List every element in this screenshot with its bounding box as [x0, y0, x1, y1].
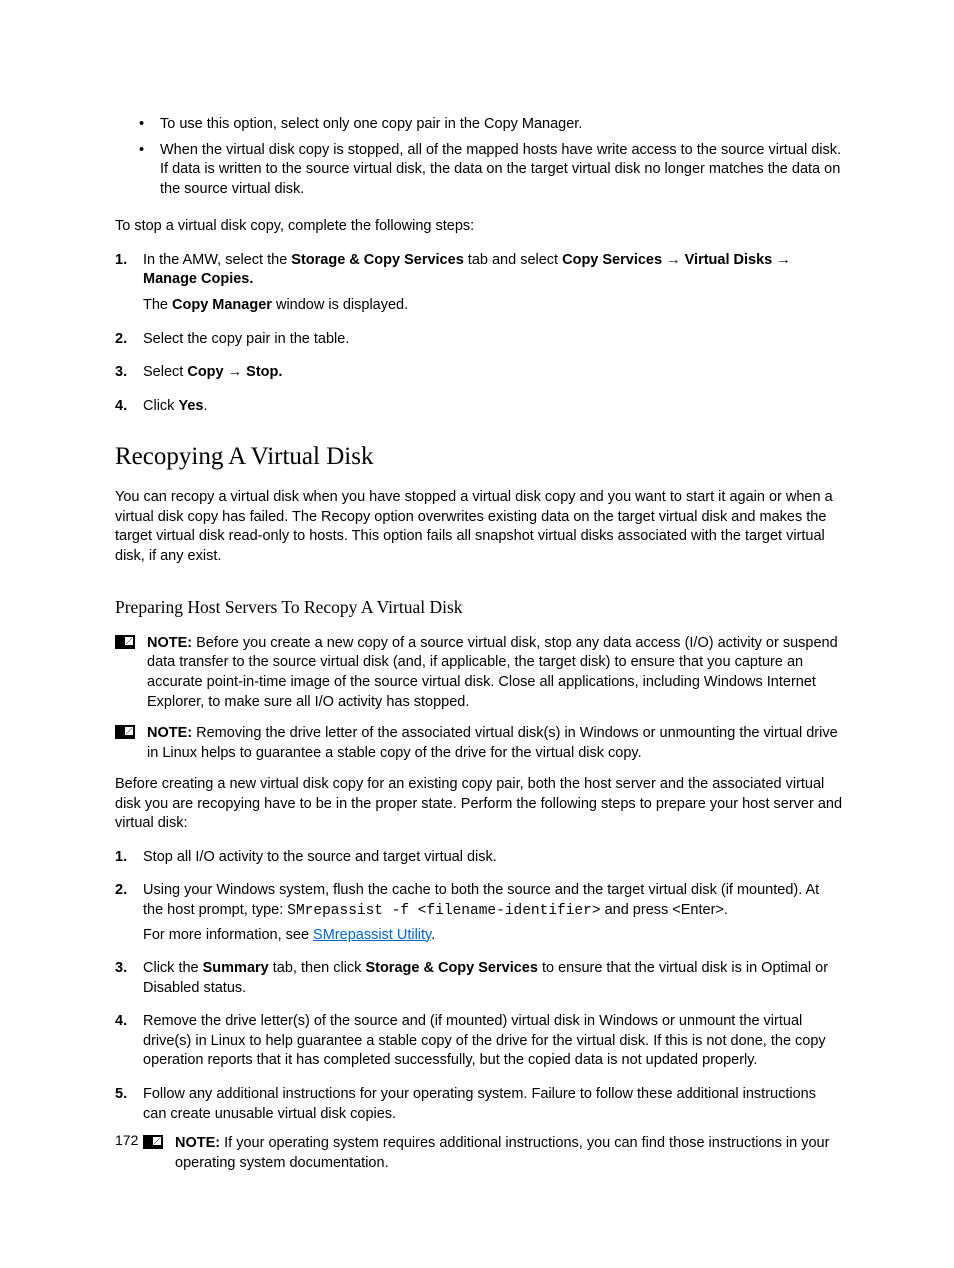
text: In the AMW, select the — [143, 252, 291, 268]
step-item: In the AMW, select the Storage & Copy Se… — [115, 251, 842, 316]
note-body: Before you create a new copy of a source… — [147, 635, 838, 710]
note-body: Removing the drive letter of the associa… — [147, 725, 838, 761]
bold-text: Summary — [203, 960, 269, 976]
step-item: Using your Windows system, flush the cac… — [115, 881, 842, 945]
bold-text: Manage Copies. — [143, 271, 253, 287]
bullet-item: When the virtual disk copy is stopped, a… — [115, 141, 842, 200]
bold-text: Storage & Copy Services — [291, 252, 463, 268]
arrow-icon: → — [662, 252, 685, 268]
note-icon — [115, 635, 135, 649]
note-icon — [143, 1135, 163, 1149]
arrow-icon: → — [224, 364, 247, 380]
paragraph: To stop a virtual disk copy, complete th… — [115, 217, 842, 237]
text: For more information, see — [143, 927, 313, 943]
text: Follow any additional instructions for y… — [143, 1086, 816, 1122]
note-label: NOTE: — [175, 1135, 224, 1151]
text: and press <Enter>. — [601, 902, 728, 918]
document-page: To use this option, select only one copy… — [0, 0, 954, 1268]
bold-text: Stop. — [246, 364, 282, 380]
bold-text: Storage & Copy Services — [365, 960, 537, 976]
bold-text: Copy — [187, 364, 223, 380]
page-number: 172 — [115, 1131, 138, 1150]
step-item: Select Copy → Stop. — [115, 363, 842, 383]
smrepassist-utility-link[interactable]: SMrepassist Utility — [313, 927, 431, 943]
bold-text: Yes — [178, 398, 203, 414]
bold-text: Copy Manager — [172, 297, 272, 313]
text: tab and select — [464, 252, 562, 268]
note-label: NOTE: — [147, 635, 196, 651]
text: The — [143, 297, 172, 313]
note-icon — [115, 725, 135, 739]
ordered-steps: In the AMW, select the Storage & Copy Se… — [115, 251, 842, 416]
bold-text: Copy Services — [562, 252, 662, 268]
text: . — [431, 927, 435, 943]
note-block: NOTE: If your operating system requires … — [143, 1134, 842, 1173]
step-item: Follow any additional instructions for y… — [115, 1085, 842, 1173]
text: Select — [143, 364, 187, 380]
note-label: NOTE: — [147, 725, 196, 741]
bullet-item: To use this option, select only one copy… — [115, 115, 842, 135]
text: tab, then click — [269, 960, 366, 976]
arrow-icon: → — [772, 252, 791, 268]
heading-1: Recopying A Virtual Disk — [115, 440, 842, 474]
code-text: SMrepassist -f <filename-identifier> — [287, 903, 600, 919]
note-body: If your operating system requires additi… — [175, 1135, 829, 1171]
step-item: Select the copy pair in the table. — [115, 330, 842, 350]
text: window is displayed. — [272, 297, 408, 313]
paragraph: Before creating a new virtual disk copy … — [115, 775, 842, 834]
step-item: Click the Summary tab, then click Storag… — [115, 959, 842, 998]
ordered-steps: Stop all I/O activity to the source and … — [115, 848, 842, 1173]
step-item: Remove the drive letter(s) of the source… — [115, 1012, 842, 1071]
step-item: Stop all I/O activity to the source and … — [115, 848, 842, 868]
heading-2: Preparing Host Servers To Recopy A Virtu… — [115, 596, 842, 620]
note-block: NOTE: Removing the drive letter of the a… — [115, 724, 842, 763]
paragraph: You can recopy a virtual disk when you h… — [115, 488, 842, 566]
bold-text: Virtual Disks — [685, 252, 773, 268]
step-item: Click Yes. — [115, 397, 842, 417]
bullet-list: To use this option, select only one copy… — [115, 115, 842, 199]
text: Click the — [143, 960, 203, 976]
text: Click — [143, 398, 178, 414]
note-block: NOTE: Before you create a new copy of a … — [115, 634, 842, 712]
